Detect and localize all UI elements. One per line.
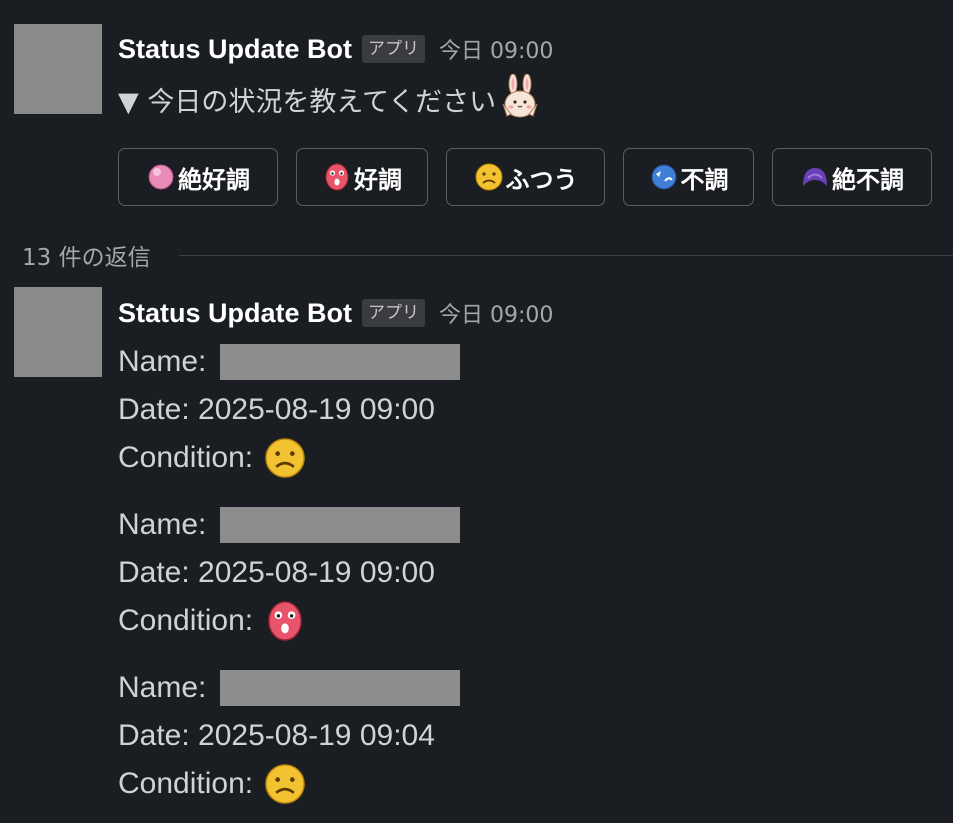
message-header: Status Update Bot アプリ 今日 09:00 <box>118 32 553 66</box>
button-label: 絶不調 <box>832 165 904 194</box>
entry-name-line: Name: <box>118 505 461 545</box>
surprised-red-face-emoji-icon <box>325 163 349 191</box>
divider-line <box>178 254 953 256</box>
pink-ball-emoji-icon <box>148 164 174 190</box>
reply-bot-avatar[interactable] <box>14 287 102 377</box>
condition-button-terrible[interactable]: 絶不調 <box>772 148 932 206</box>
entry-condition-line: Condition: <box>118 437 307 479</box>
thread-reply-count[interactable]: 13 件の返信 <box>22 238 151 272</box>
name-label: Name: <box>118 345 207 378</box>
button-label: ふつう <box>505 165 578 194</box>
surprised-red-face-emoji-icon <box>268 601 302 641</box>
entry-date-line: Date: 2025-08-19 09:00 <box>118 390 435 430</box>
worried-yellow-face-emoji-icon <box>474 163 503 191</box>
app-badge: アプリ <box>362 35 426 63</box>
condition-button-excellent[interactable]: 絶好調 <box>118 148 278 206</box>
blue-face-emoji-icon <box>650 164 677 190</box>
condition-button-normal[interactable]: ふつう <box>446 148 605 206</box>
entry-date-line: Date: 2025-08-19 09:00 <box>118 553 435 593</box>
condition-button-good[interactable]: 好調 <box>296 148 428 206</box>
date-text: Date: 2025-08-19 09:04 <box>118 719 435 752</box>
button-label: 好調 <box>354 165 402 194</box>
slack-channel-view: Status Update Bot アプリ 今日 09:00 ▼ 今日の状況を教… <box>0 0 953 823</box>
entry-name-line: Name: <box>118 668 461 708</box>
prompt-message: ▼ 今日の状況を教えてください <box>118 74 542 122</box>
entry-date-line: Date: 2025-08-19 09:04 <box>118 716 435 756</box>
bot-name[interactable]: Status Update Bot <box>118 298 352 329</box>
condition-label: Condition: <box>118 604 254 637</box>
entry-condition-line: Condition: <box>118 601 307 641</box>
worried-yellow-face-emoji-icon <box>264 763 306 805</box>
date-text: Date: 2025-08-19 09:00 <box>118 556 435 589</box>
condition-button-bad[interactable]: 不調 <box>623 148 754 206</box>
redacted-name <box>220 507 461 543</box>
purple-blob-emoji-icon <box>802 167 828 187</box>
app-badge: アプリ <box>362 299 426 327</box>
prompt-text: ▼ 今日の状況を教えてください <box>118 86 497 118</box>
button-label: 絶好調 <box>178 165 250 194</box>
worried-yellow-face-emoji-icon <box>264 437 306 479</box>
condition-label: Condition: <box>118 767 254 800</box>
bot-avatar[interactable] <box>14 24 102 114</box>
entry-name-line: Name: <box>118 342 461 382</box>
condition-button-row: 絶好調 好調 ふつう 不調 絶不調 <box>118 148 932 206</box>
reply-message-header: Status Update Bot アプリ 今日 09:00 <box>118 296 553 330</box>
entry-condition-line: Condition: <box>118 763 307 805</box>
date-text: Date: 2025-08-19 09:00 <box>118 393 435 426</box>
bunny-waving-emoji-icon <box>502 74 538 118</box>
condition-label: Condition: <box>118 441 254 474</box>
redacted-name <box>220 670 461 706</box>
name-label: Name: <box>118 508 207 541</box>
name-label: Name: <box>118 671 207 704</box>
button-label: 不調 <box>680 165 729 194</box>
message-timestamp[interactable]: 今日 09:00 <box>439 33 553 65</box>
redacted-name <box>220 344 461 380</box>
bot-name[interactable]: Status Update Bot <box>118 34 352 65</box>
message-timestamp[interactable]: 今日 09:00 <box>439 297 553 329</box>
thread-divider: 13 件の返信 <box>22 238 953 272</box>
